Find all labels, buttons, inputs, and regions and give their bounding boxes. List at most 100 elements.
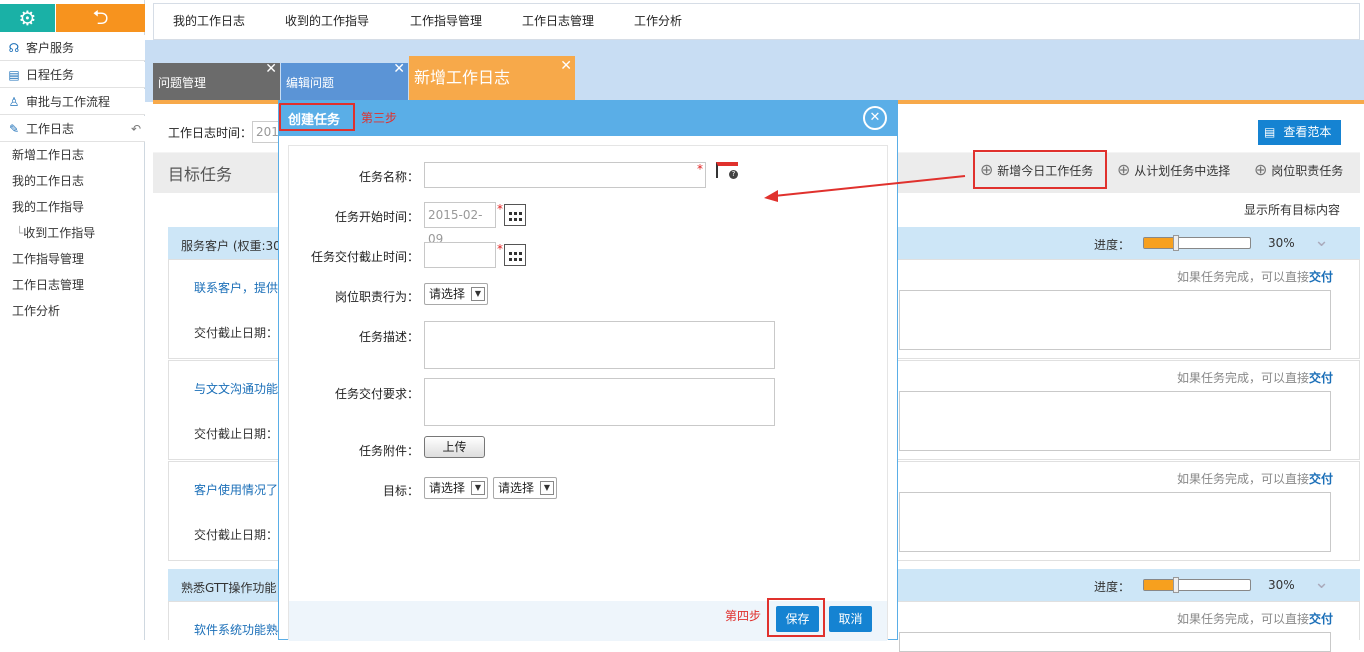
deliver-time-label: 任务交付截止时间： (310, 250, 419, 264)
nav-my-log[interactable]: 我的工作日志 (173, 4, 245, 39)
task-name-input[interactable] (424, 162, 706, 188)
required-mark: * (497, 242, 503, 256)
target-select-2[interactable]: 请选择 ▼ (493, 477, 557, 499)
task-name-link[interactable]: 与文文沟通功能 (194, 380, 278, 397)
progress-text: 30% (1268, 236, 1295, 250)
task-note-textarea[interactable] (899, 492, 1331, 552)
sidebar-sub-label: 收到工作指导 (23, 226, 96, 240)
tab-new-worklog[interactable]: 新增工作日志 ✕ (409, 56, 575, 100)
tab-problem-manage[interactable]: 问题管理 ✕ (153, 61, 280, 100)
task-note-textarea[interactable] (899, 290, 1331, 350)
sidebar-sub-new-log[interactable]: 新增工作日志 (0, 142, 145, 168)
duty-behavior-label: 岗位职责行为： (334, 290, 419, 304)
sidebar-item-schedule[interactable]: ▤ 日程任务 (0, 62, 145, 88)
nav-received-guide[interactable]: 收到的工作指导 (285, 4, 369, 39)
annotation-arrow-icon (764, 175, 966, 202)
calendar-icon[interactable] (504, 204, 526, 226)
document-icon: ▤ (1264, 125, 1276, 139)
task-name-link[interactable]: 软件系统功能熟 (194, 621, 278, 638)
task-name-link[interactable]: 客户使用情况了 (194, 481, 278, 498)
goal-section-title: 服务客户 (权重:30 (181, 239, 281, 253)
dropdown-arrow-icon: ▼ (471, 481, 485, 495)
sidebar-item-worklog[interactable]: ✎ 工作日志 ↶ (0, 116, 145, 142)
sidebar-sub-analysis[interactable]: 工作分析 (0, 298, 145, 324)
progress-bar (1143, 235, 1251, 251)
sidebar-sub-my-log[interactable]: 我的工作日志 (0, 168, 145, 194)
chevron-down-icon[interactable]: ⌄ (1314, 230, 1329, 251)
view-example-button[interactable]: ▤ 查看范本 (1258, 120, 1341, 145)
deliver-link[interactable]: 交付 (1309, 270, 1333, 284)
sidebar-sub-my-guide[interactable]: 我的工作指导 (0, 194, 145, 220)
progress-label: 进度： (1094, 580, 1131, 594)
progress-text: 30% (1268, 578, 1295, 592)
tab-label: 问题管理 (158, 76, 207, 90)
annotation-highlight (767, 598, 825, 637)
sidebar-item-customer-service[interactable]: ☊ 客户服务 (0, 35, 145, 61)
tab-label: 编辑问题 (286, 76, 335, 90)
collapse-arrow-icon[interactable]: ↶ (131, 116, 141, 142)
tab-edit-problem[interactable]: 编辑问题 ✕ (281, 61, 408, 100)
deliver-link[interactable]: 交付 (1309, 612, 1333, 626)
task-hint: 如果任务完成，可以直接交付 (1177, 268, 1333, 285)
annotation-highlight (279, 103, 355, 131)
attachment-label: 任务附件： (358, 444, 419, 458)
close-icon[interactable]: ✕ (393, 49, 405, 89)
task-note-textarea[interactable] (899, 632, 1331, 652)
progress-knob[interactable] (1172, 577, 1179, 593)
approval-icon: ♙ (8, 95, 20, 109)
duty-behavior-select[interactable]: 请选择 ▼ (424, 283, 488, 305)
duty-task-button[interactable]: ⊕ 岗位职责任务 (1254, 160, 1343, 179)
required-mark: * (497, 202, 503, 216)
top-nav: 我的工作日志 收到的工作指导 工作指导管理 工作日志管理 工作分析 (153, 3, 1360, 40)
start-time-input[interactable]: 2015-02-09 (424, 202, 496, 246)
requirement-textarea[interactable] (424, 378, 775, 426)
task-note-textarea[interactable] (899, 391, 1331, 451)
headset-icon: ☊ (8, 41, 20, 55)
close-icon[interactable]: ✕ (265, 49, 277, 89)
task-name-label: 任务名称： (358, 170, 419, 184)
progress-knob[interactable] (1172, 235, 1179, 251)
date-label: 工作日志时间： (168, 126, 253, 140)
cancel-button[interactable]: 取消 (829, 606, 872, 632)
step-four-annotation: 第四步 (725, 609, 762, 623)
sidebar-item-label: 审批与工作流程 (26, 95, 111, 109)
dialog-header: 创建任务 第三步 ✕ (278, 100, 898, 136)
select-value: 请选择 (429, 287, 466, 301)
task-name-link[interactable]: 联系客户，提供 (194, 279, 278, 296)
progress-bar (1143, 577, 1251, 593)
settings-gear-icon[interactable]: ⚙ (0, 4, 55, 32)
nav-guide-manage[interactable]: 工作指导管理 (410, 4, 482, 39)
dropdown-arrow-icon: ▼ (540, 481, 554, 495)
question-icon[interactable]: ? (729, 170, 738, 179)
chevron-down-icon[interactable]: ⌄ (1314, 572, 1329, 593)
calendar-icon[interactable] (504, 244, 526, 266)
sidebar-sub-received-guide[interactable]: └收到工作指导 (0, 220, 145, 246)
close-icon[interactable]: ✕ (863, 106, 887, 130)
sidebar-item-approval[interactable]: ♙ 审批与工作流程 (0, 89, 145, 115)
target-select-1[interactable]: 请选择 ▼ (424, 477, 488, 499)
button-label: 从计划任务中选择 (1134, 164, 1231, 178)
close-icon[interactable]: ✕ (560, 44, 572, 88)
description-label: 任务描述： (358, 330, 419, 344)
task-hint: 如果任务完成，可以直接交付 (1177, 610, 1333, 627)
task-hint: 如果任务完成，可以直接交付 (1177, 470, 1333, 487)
back-arrow-icon[interactable]: ⮌ (56, 4, 145, 32)
hint-text: 如果任务完成，可以直接 (1177, 371, 1310, 385)
deliver-time-input[interactable] (424, 242, 496, 268)
deliver-link[interactable]: 交付 (1309, 371, 1333, 385)
deliver-link[interactable]: 交付 (1309, 472, 1333, 486)
nav-log-manage[interactable]: 工作日志管理 (522, 4, 594, 39)
description-textarea[interactable] (424, 321, 775, 369)
nav-analysis[interactable]: 工作分析 (634, 4, 682, 39)
upload-button[interactable]: 上传 (424, 436, 485, 458)
sidebar-sub-log-manage[interactable]: 工作日志管理 (0, 272, 145, 298)
from-plan-button[interactable]: ⊕ 从计划任务中选择 (1117, 160, 1230, 179)
start-time-label: 任务开始时间： (334, 210, 419, 224)
sidebar-sub-guide-manage[interactable]: 工作指导管理 (0, 246, 145, 272)
goal-section-title: 熟悉GTT操作功能 (181, 581, 277, 595)
task-deadline-label: 交付截止日期： (194, 326, 279, 340)
hint-text: 如果任务完成，可以直接 (1177, 612, 1310, 626)
progress-fill (1144, 580, 1176, 590)
task-hint: 如果任务完成，可以直接交付 (1177, 369, 1333, 386)
show-all-link[interactable]: 显示所有目标内容 (1244, 201, 1340, 218)
